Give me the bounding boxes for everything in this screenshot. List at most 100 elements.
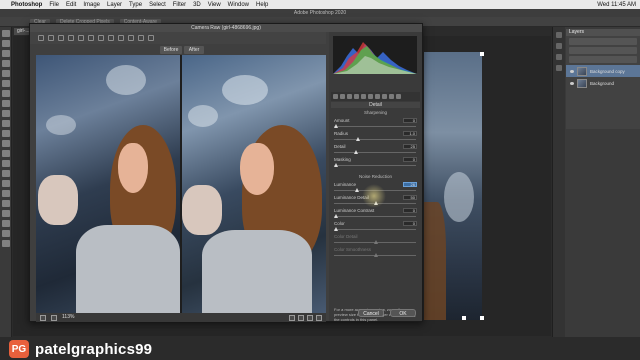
detail-tab-icon[interactable] — [347, 94, 352, 99]
eye-icon[interactable] — [570, 81, 574, 85]
type-tool-icon[interactable] — [2, 180, 10, 187]
color-swatch-icon[interactable] — [2, 240, 10, 247]
menu-view[interactable]: View — [208, 2, 221, 8]
layers-panel-title[interactable]: Layers — [566, 29, 640, 36]
red-eye-icon[interactable] — [118, 35, 124, 41]
spot-removal-icon[interactable] — [108, 35, 114, 41]
more-tools-icon[interactable] — [2, 230, 10, 237]
crop-handle-bottom-right[interactable] — [480, 316, 484, 320]
slider-thumb[interactable] — [334, 227, 338, 231]
hsl-tab-icon[interactable] — [354, 94, 359, 99]
luminance-contrast-value[interactable]: 0 — [403, 208, 417, 213]
masking-slider[interactable]: Masking 0 — [333, 157, 417, 169]
slider-track[interactable] — [334, 229, 416, 230]
zoom-out-icon[interactable] — [40, 314, 46, 321]
menu-help[interactable]: Help — [256, 2, 268, 8]
stamp-tool-icon[interactable] — [2, 110, 10, 117]
copy-settings-icon[interactable] — [307, 314, 313, 321]
healing-tool-icon[interactable] — [2, 90, 10, 97]
dodge-tool-icon[interactable] — [2, 160, 10, 167]
slider-track[interactable] — [334, 165, 416, 166]
adjustment-brush-icon[interactable] — [128, 35, 134, 41]
crop-handle-top-right[interactable] — [480, 52, 484, 56]
color-value[interactable]: 0 — [403, 221, 417, 226]
swap-settings-icon[interactable] — [298, 314, 304, 321]
zoom-tool-icon[interactable] — [38, 35, 44, 41]
zoom-level[interactable]: 113% — [62, 313, 74, 322]
presets-tab-icon[interactable] — [389, 94, 394, 99]
eraser-tool-icon[interactable] — [2, 130, 10, 137]
luminance-value[interactable]: 26 — [403, 182, 417, 187]
lens-tab-icon[interactable] — [368, 94, 373, 99]
zoom-in-icon[interactable] — [51, 314, 57, 321]
history-brush-tool-icon[interactable] — [2, 120, 10, 127]
adjustments-icon[interactable] — [556, 54, 562, 60]
move-tool-icon[interactable] — [2, 30, 10, 37]
color-sampler-icon[interactable] — [68, 35, 74, 41]
hand-tool-icon[interactable] — [48, 35, 54, 41]
menu-image[interactable]: Image — [83, 2, 100, 8]
tone-curve-tab-icon[interactable] — [340, 94, 345, 99]
menu-window[interactable]: Window — [228, 2, 249, 8]
luminance-detail-value[interactable]: 50 — [403, 195, 417, 200]
menu-select[interactable]: Select — [149, 2, 166, 8]
white-balance-tool-icon[interactable] — [58, 35, 64, 41]
slider-track[interactable] — [334, 139, 416, 140]
image-preview[interactable] — [36, 55, 326, 313]
crop-tool-icon[interactable] — [2, 70, 10, 77]
path-select-tool-icon[interactable] — [2, 190, 10, 197]
effects-tab-icon[interactable] — [375, 94, 380, 99]
eye-icon[interactable] — [570, 69, 574, 73]
graduated-filter-icon[interactable] — [138, 35, 144, 41]
layer-filter-control[interactable] — [569, 38, 637, 45]
blur-tool-icon[interactable] — [2, 150, 10, 157]
color-icon[interactable] — [556, 65, 562, 71]
hand-tool-icon[interactable] — [2, 210, 10, 217]
app-menu[interactable]: Photoshop — [11, 2, 42, 8]
amount-value[interactable]: 0 — [403, 118, 417, 123]
basic-tab-icon[interactable] — [333, 94, 338, 99]
slider-thumb[interactable] — [354, 150, 358, 154]
targeted-adjust-icon[interactable] — [78, 35, 84, 41]
menu-type[interactable]: Type — [129, 2, 142, 8]
quick-select-tool-icon[interactable] — [2, 60, 10, 67]
menu-edit[interactable]: Edit — [66, 2, 76, 8]
gradient-tool-icon[interactable] — [2, 140, 10, 147]
radial-filter-icon[interactable] — [148, 35, 154, 41]
amount-slider[interactable]: Amount 0 — [333, 118, 417, 130]
marquee-tool-icon[interactable] — [2, 40, 10, 47]
lasso-tool-icon[interactable] — [2, 50, 10, 57]
history-icon[interactable] — [556, 32, 562, 38]
calibration-tab-icon[interactable] — [382, 94, 387, 99]
slider-thumb[interactable] — [334, 163, 338, 167]
cancel-button[interactable]: Cancel — [358, 309, 384, 317]
detail-slider[interactable]: Detail 25 — [333, 144, 417, 156]
slider-thumb[interactable] — [354, 188, 359, 192]
split-toning-tab-icon[interactable] — [361, 94, 366, 99]
slider-thumb[interactable] — [355, 137, 360, 141]
slider-track[interactable] — [334, 152, 416, 153]
ok-button[interactable]: OK — [390, 309, 416, 317]
radius-value[interactable]: 1.0 — [403, 131, 417, 136]
shape-tool-icon[interactable] — [2, 200, 10, 207]
radius-slider[interactable]: Radius 1.0 — [333, 131, 417, 143]
luminance-contrast-slider[interactable]: Luminance Contrast 0 — [333, 208, 417, 220]
slider-track[interactable] — [334, 216, 416, 217]
color-slider[interactable]: Color 0 — [333, 221, 417, 233]
menu-filter[interactable]: Filter — [173, 2, 186, 8]
properties-icon[interactable] — [556, 43, 562, 49]
lock-controls[interactable] — [569, 56, 637, 63]
slider-track[interactable] — [334, 126, 416, 127]
crop-handle-bottom[interactable] — [462, 316, 466, 320]
eyedropper-tool-icon[interactable] — [2, 80, 10, 87]
slider-thumb[interactable] — [334, 214, 338, 218]
crop-tool-icon[interactable] — [88, 35, 94, 41]
toggle-settings-icon[interactable] — [316, 314, 322, 321]
before-after-toggle-icon[interactable] — [289, 314, 295, 321]
layer-row[interactable]: Background copy — [566, 65, 640, 77]
zoom-tool-icon[interactable] — [2, 220, 10, 227]
masking-value[interactable]: 0 — [403, 157, 417, 162]
menu-layer[interactable]: Layer — [107, 2, 122, 8]
pen-tool-icon[interactable] — [2, 170, 10, 177]
detail-value[interactable]: 25 — [403, 144, 417, 149]
